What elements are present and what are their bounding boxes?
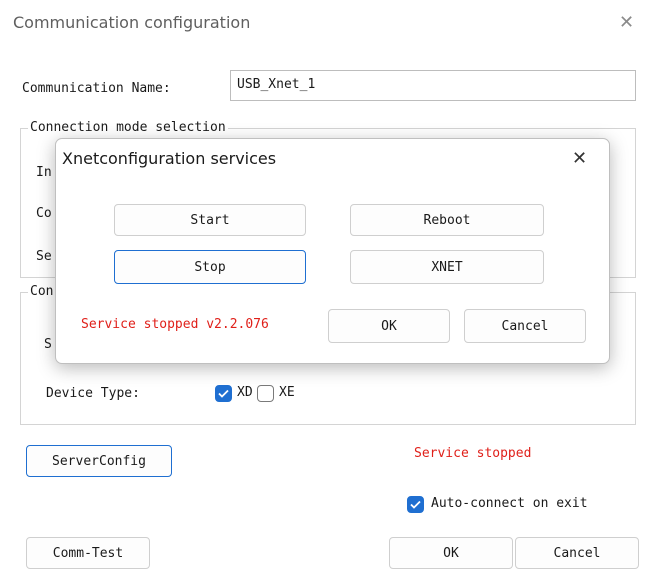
- connection-settings-legend: Con: [28, 284, 56, 299]
- dialog-service-status: Service stopped v2.2.076: [81, 317, 269, 332]
- cancel-button[interactable]: Cancel: [515, 537, 639, 569]
- reboot-button[interactable]: Reboot: [350, 204, 544, 236]
- communication-configuration-window: { "window": { "title": "Communication co…: [0, 0, 647, 581]
- device-type-xe-checkbox[interactable]: [257, 385, 274, 402]
- window-close-icon[interactable]: ✕: [619, 12, 634, 33]
- server-config-button[interactable]: ServerConfig: [26, 445, 172, 477]
- auto-connect-checkbox[interactable]: [407, 496, 424, 513]
- dialog-title: Xnetconfiguration services: [62, 149, 277, 168]
- comm-test-button[interactable]: Comm-Test: [26, 537, 150, 569]
- dialog-close-icon[interactable]: ✕: [572, 148, 587, 169]
- device-type-label: Device Type:: [46, 386, 140, 401]
- ok-button[interactable]: OK: [389, 537, 513, 569]
- communication-name-input[interactable]: USB_Xnet_1: [230, 70, 636, 101]
- connection-settings-row-label: S: [44, 337, 52, 352]
- communication-name-label: Communication Name:: [22, 81, 171, 96]
- start-button[interactable]: Start: [114, 204, 306, 236]
- device-type-xd-checkbox[interactable]: [215, 385, 232, 402]
- xnet-services-dialog: Xnetconfiguration services ✕ Start Reboo…: [55, 138, 610, 364]
- communication-name-value: USB_Xnet_1: [237, 77, 316, 92]
- connection-mode-row-label-2: Co: [36, 206, 52, 221]
- connection-mode-row-label-1: In: [36, 165, 52, 180]
- service-status-text: Service stopped: [414, 446, 532, 461]
- checkmark-icon: [410, 500, 421, 509]
- device-type-xd-label[interactable]: XD: [237, 385, 253, 400]
- stop-button[interactable]: Stop: [114, 250, 306, 284]
- device-type-xe-label[interactable]: XE: [279, 385, 295, 400]
- connection-mode-legend: Connection mode selection: [28, 120, 228, 135]
- window-title: Communication configuration: [13, 13, 251, 32]
- connection-mode-row-label-3: Se: [36, 249, 52, 264]
- checkmark-icon: [218, 389, 229, 398]
- dialog-cancel-button[interactable]: Cancel: [464, 309, 586, 343]
- auto-connect-label[interactable]: Auto-connect on exit: [431, 496, 588, 511]
- dialog-ok-button[interactable]: OK: [328, 309, 450, 343]
- xnet-button[interactable]: XNET: [350, 250, 544, 284]
